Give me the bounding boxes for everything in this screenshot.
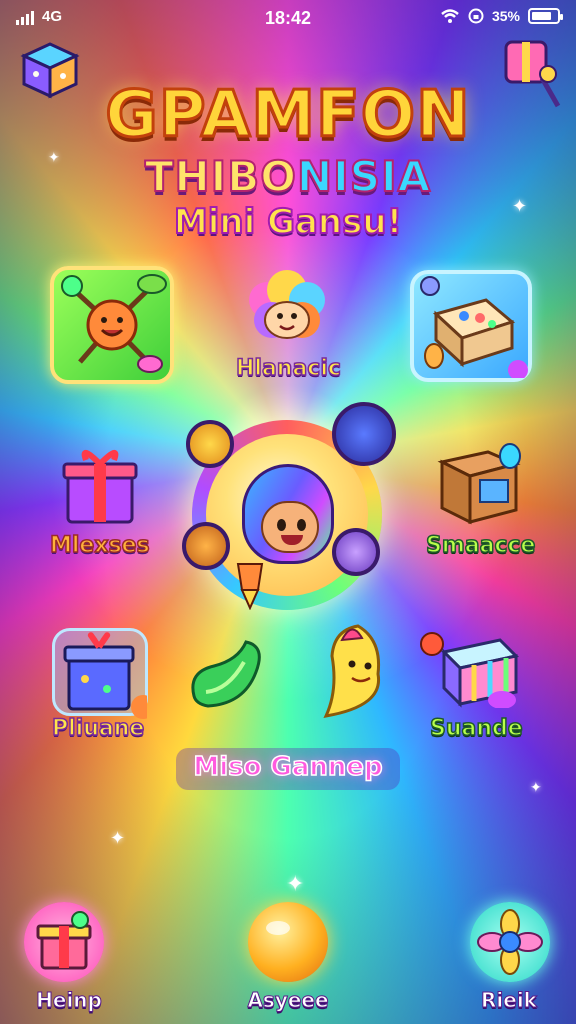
- mini-games-banner-label: Miso Gannep: [193, 751, 384, 783]
- nav-button-rieik[interactable]: [470, 902, 550, 982]
- orange-ball-icon: [266, 921, 290, 935]
- sparkle-icon: ✦: [530, 780, 542, 796]
- battery-percent: 35%: [491, 8, 520, 24]
- game-label-suande: Suande: [429, 715, 523, 742]
- gift-box-icon[interactable]: [60, 442, 140, 528]
- game-title: GPAMFON: [104, 77, 471, 154]
- robot-mouth: [281, 535, 303, 545]
- game-label-mlexses: Mlexses: [49, 532, 150, 559]
- wifi-icon: [441, 9, 459, 23]
- game-tile-puzzle[interactable]: [410, 270, 532, 382]
- game-tile-gadget[interactable]: [50, 266, 174, 384]
- mystery-box-icon: [63, 632, 155, 719]
- green-bean-icon[interactable]: [184, 632, 268, 712]
- lock-rotation-icon: [468, 8, 484, 24]
- battery-fill: [532, 12, 552, 20]
- sparkle-icon: ✦: [110, 828, 126, 849]
- striped-cube-icon[interactable]: [420, 626, 524, 708]
- nav-label-rieik: Rieik: [481, 988, 538, 1013]
- robot-face: [261, 501, 319, 553]
- gift-icon: [36, 911, 92, 970]
- puzzle-box-icon: [420, 276, 528, 380]
- game-subtitle: THIBONISIA: [0, 151, 576, 202]
- status-right: 35%: [440, 8, 563, 24]
- paintbrush-icon: [236, 563, 264, 610]
- flower-gem-icon: [477, 909, 543, 975]
- robot-mascot-icon: [242, 464, 334, 564]
- game-label-pliuane: Pliuane: [51, 715, 145, 742]
- game-label-hlanacic: Hlanacic: [235, 355, 341, 382]
- subtitle-part-2: NISIA: [296, 151, 432, 202]
- gadget-creature-icon: [61, 274, 167, 373]
- nav-button-asyeee[interactable]: [248, 902, 328, 982]
- treasure-crate-icon[interactable]: [436, 442, 526, 528]
- mascot-arm-knob-icon: [186, 420, 234, 468]
- robot-eye-left: [277, 519, 286, 531]
- sparkle-icon: ✦: [286, 872, 305, 897]
- fluffy-creature-icon[interactable]: [242, 270, 332, 350]
- nav-label-asyeee: Asyeee: [247, 988, 329, 1013]
- mascot-arm-knob-icon: [182, 522, 230, 570]
- battery-icon: [528, 8, 563, 24]
- robot-eye-right: [297, 519, 306, 531]
- candy-orb-icon: [332, 402, 396, 466]
- subtitle-part-1: THIBO: [144, 151, 297, 202]
- game-label-smaacce: Smaacce: [425, 532, 536, 559]
- mascot-arm-knob-icon: [332, 528, 380, 576]
- nav-label-heinp: Heinp: [36, 988, 103, 1013]
- game-tagline: Mini Gansu!: [173, 201, 403, 243]
- nav-button-heinp[interactable]: [24, 902, 104, 982]
- status-bar: 4G 18:42 35%: [0, 0, 576, 38]
- game-tile-mystery[interactable]: [52, 628, 155, 719]
- yellow-creature-icon[interactable]: [312, 620, 392, 724]
